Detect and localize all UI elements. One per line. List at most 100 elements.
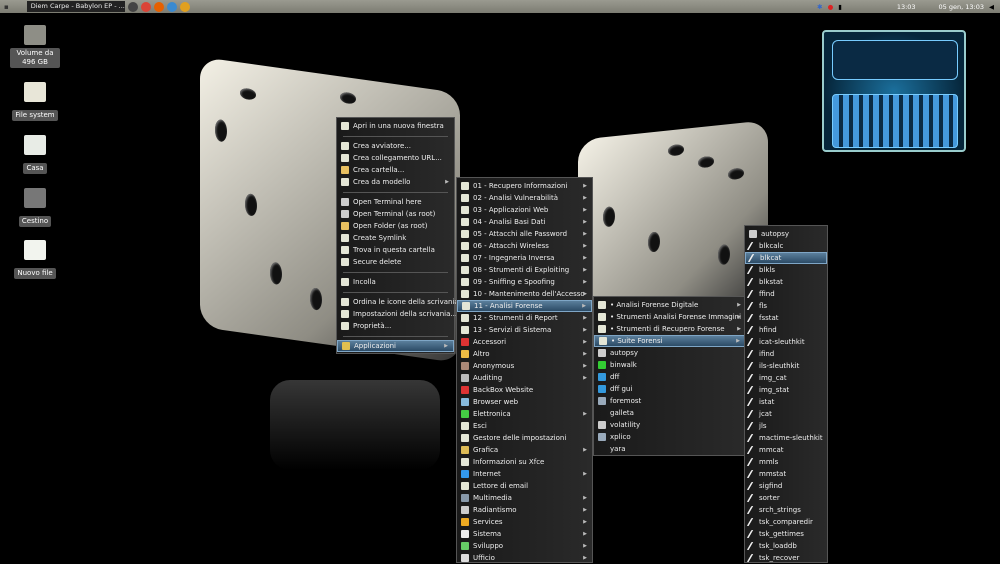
- menu-item[interactable]: jcat: [745, 408, 827, 420]
- menu-item[interactable]: Ordina le icone della scrivania: [337, 296, 459, 308]
- menu-item[interactable]: • Analisi Forense Digitale ▶: [594, 299, 746, 311]
- menu-item[interactable]: Impostazioni della scrivania...: [337, 308, 457, 320]
- menu-item[interactable]: Secure delete: [337, 256, 454, 268]
- menu-item[interactable]: Apri in una nuova finestra: [337, 120, 454, 132]
- menu-item[interactable]: tsk_comparedir: [745, 516, 827, 528]
- menu-item[interactable]: Radiantismo ▶: [457, 504, 592, 516]
- menu-item[interactable]: 07 - Ingegneria Inversa ▶: [457, 252, 592, 264]
- menu-item[interactable]: ifind: [745, 348, 827, 360]
- menu-item[interactable]: • Suite Forensi ▶: [594, 335, 746, 347]
- menu-item[interactable]: blkcat: [745, 252, 827, 264]
- menu-item[interactable]: Open Terminal here: [337, 196, 454, 208]
- desktop-icon[interactable]: File system: [5, 82, 65, 121]
- menu-item[interactable]: 06 - Attacchi Wireless ▶: [457, 240, 592, 252]
- volume-icon[interactable]: ◀: [989, 3, 994, 11]
- equalizer[interactable]: [832, 94, 958, 148]
- clock-time[interactable]: 13:03: [897, 3, 916, 11]
- menu-item[interactable]: galleta: [594, 407, 746, 419]
- desktop-icon[interactable]: Nuovo file: [5, 240, 65, 279]
- menu-item[interactable]: hfind: [745, 324, 827, 336]
- menu-item[interactable]: Grafica ▶: [457, 444, 592, 456]
- clock-date[interactable]: 05 gen, 13:03: [939, 3, 984, 11]
- menu-item[interactable]: volatility: [594, 419, 746, 431]
- menu-item[interactable]: • Strumenti di Recupero Forense ▶: [594, 323, 746, 335]
- menu-item[interactable]: Create Symlink: [337, 232, 454, 244]
- menu-item[interactable]: xplico: [594, 431, 746, 443]
- menu-item[interactable]: Services ▶: [457, 516, 592, 528]
- menu-item[interactable]: Accessori ▶: [457, 336, 592, 348]
- record-icon[interactable]: ●: [828, 3, 834, 11]
- menu-item[interactable]: tsk_recover: [745, 552, 827, 564]
- menu-item[interactable]: Crea avviatore...: [337, 140, 454, 152]
- menu-item[interactable]: foremost: [594, 395, 746, 407]
- menu-item[interactable]: Trova in questa cartella: [337, 244, 454, 256]
- menu-item[interactable]: 04 - Analisi Basi Dati ▶: [457, 216, 592, 228]
- menu-item[interactable]: Elettronica ▶: [457, 408, 592, 420]
- taskbar-window-button[interactable]: Diem Carpe - Babylon EP - ...: [26, 1, 125, 12]
- menu-item[interactable]: Anonymous ▶: [457, 360, 592, 372]
- menu-item[interactable]: Open Folder (as root): [337, 220, 454, 232]
- menu-item[interactable]: blkls: [745, 264, 827, 276]
- menu-item[interactable]: 11 - Analisi Forense ▶: [457, 300, 592, 312]
- menu-item[interactable]: tsk_loaddb: [745, 540, 827, 552]
- menu-item[interactable]: Internet ▶: [457, 468, 592, 480]
- menu-item[interactable]: • Strumenti Analisi Forense Immagini ▶: [594, 311, 746, 323]
- menu-item[interactable]: Crea cartella...: [337, 164, 454, 176]
- menu-item[interactable]: img_stat: [745, 384, 827, 396]
- menu-item[interactable]: mactime-sleuthkit: [745, 432, 827, 444]
- menu-item[interactable]: 01 - Recupero Informazioni ▶: [457, 180, 592, 192]
- menu-item[interactable]: binwalk: [594, 359, 746, 371]
- menu-item[interactable]: 09 - Sniffing e Spoofing ▶: [457, 276, 592, 288]
- menu-item[interactable]: 05 - Attacchi alle Password ▶: [457, 228, 592, 240]
- network-icon[interactable]: [166, 1, 177, 12]
- menu-item[interactable]: dff: [594, 371, 746, 383]
- menu-item[interactable]: Crea collegamento URL...: [337, 152, 454, 164]
- audio-player-widget[interactable]: [822, 30, 966, 152]
- menu-item[interactable]: autopsy: [594, 347, 746, 359]
- menu-item[interactable]: ils-sleuthkit: [745, 360, 827, 372]
- menu-item[interactable]: istat: [745, 396, 827, 408]
- menu-item[interactable]: icat-sleuthkit: [745, 336, 827, 348]
- battery-icon[interactable]: ▮: [838, 3, 842, 11]
- menu-item[interactable]: sigfind: [745, 480, 827, 492]
- menu-item[interactable]: 02 - Analisi Vulnerabilità ▶: [457, 192, 592, 204]
- menu-item[interactable]: fsstat: [745, 312, 827, 324]
- menu-item[interactable]: mmls: [745, 456, 827, 468]
- chrome-icon[interactable]: [140, 1, 151, 12]
- menu-item[interactable]: Auditing ▶: [457, 372, 592, 384]
- games-icon[interactable]: [179, 1, 190, 12]
- menu-item[interactable]: Incolla: [337, 276, 454, 288]
- menu-item[interactable]: blkcalc: [745, 240, 827, 252]
- menu-item[interactable]: srch_strings: [745, 504, 827, 516]
- menu-item[interactable]: yara: [594, 443, 746, 455]
- menu-item[interactable]: mmstat: [745, 468, 827, 480]
- menu-item[interactable]: 08 - Strumenti di Exploiting ▶: [457, 264, 592, 276]
- menu-item[interactable]: Open Terminal (as root): [337, 208, 454, 220]
- terminal-icon[interactable]: [127, 1, 138, 12]
- desktop-icon[interactable]: Volume da 496 GB: [5, 25, 65, 68]
- menu-item[interactable]: Lettore di email: [457, 480, 592, 492]
- desktop-icon[interactable]: Cestino: [5, 188, 65, 227]
- menu-item[interactable]: Sistema ▶: [457, 528, 592, 540]
- menu-item[interactable]: Ufficio ▶: [457, 552, 592, 564]
- menu-item[interactable]: Applicazioni ▶: [337, 340, 454, 352]
- menu-item[interactable]: 12 - Strumenti di Report ▶: [457, 312, 592, 324]
- menu-item[interactable]: 03 - Applicazioni Web ▶: [457, 204, 592, 216]
- menu-item[interactable]: img_cat: [745, 372, 827, 384]
- menu-item[interactable]: BackBox Website: [457, 384, 592, 396]
- menu-item[interactable]: Altro ▶: [457, 348, 592, 360]
- menu-item[interactable]: 13 - Servizi di Sistema ▶: [457, 324, 592, 336]
- menu-item[interactable]: autopsy: [745, 228, 827, 240]
- bluetooth-icon[interactable]: ✱: [817, 3, 822, 11]
- menu-item[interactable]: Gestore delle impostazioni: [457, 432, 592, 444]
- menu-item[interactable]: Crea da modello ▶: [337, 176, 454, 188]
- menu-item[interactable]: Esci: [457, 420, 592, 432]
- menu-icon[interactable]: ▪: [4, 3, 9, 11]
- menu-item[interactable]: 10 - Mantenimento dell'Accesso ▶: [457, 288, 592, 300]
- firefox-icon[interactable]: [153, 1, 164, 12]
- menu-item[interactable]: ffind: [745, 288, 827, 300]
- menu-item[interactable]: sorter: [745, 492, 827, 504]
- menu-item[interactable]: fls: [745, 300, 827, 312]
- menu-item[interactable]: Informazioni su Xfce: [457, 456, 592, 468]
- menu-item[interactable]: Sviluppo ▶: [457, 540, 592, 552]
